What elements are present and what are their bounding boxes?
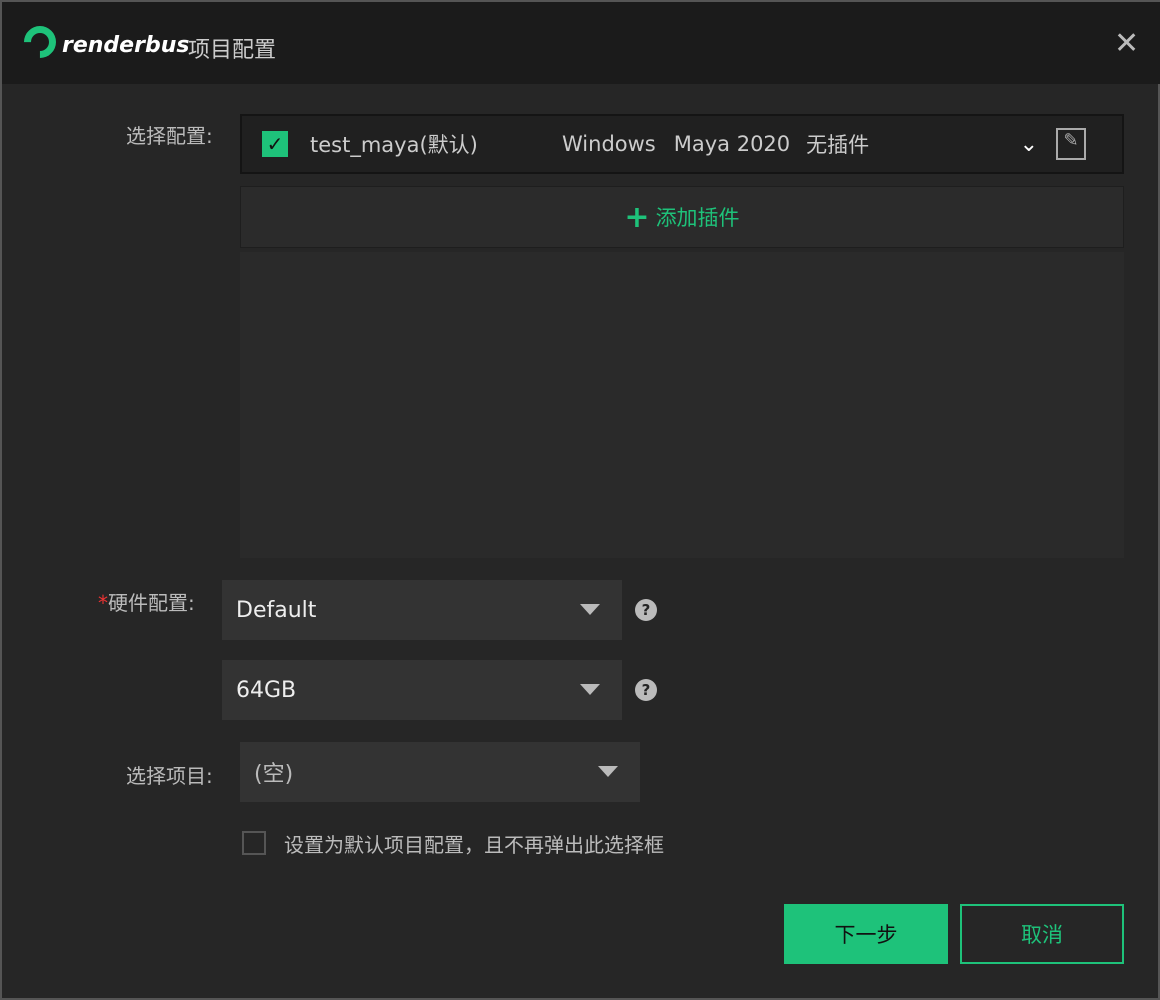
window-title: 项目配置 <box>188 32 276 64</box>
chevron-down-icon[interactable]: ⌄ <box>1020 132 1038 157</box>
config-row[interactable]: ✓ test_maya(默认) Windows Maya 2020 无插件 ⌄ … <box>240 114 1124 174</box>
config-plugins: 无插件 <box>806 129 869 159</box>
help-icon[interactable]: ? <box>635 599 657 621</box>
help-icon[interactable]: ? <box>635 679 657 701</box>
close-icon[interactable]: ✕ <box>1114 26 1139 61</box>
add-plugin-label: 添加插件 <box>656 202 740 232</box>
title-bar: renderbus 项目配置 ✕ <box>2 2 1160 84</box>
hardware-label: *硬件配置: <box>98 587 195 616</box>
plus-icon: + <box>624 200 649 235</box>
renderbus-logo: renderbus <box>24 26 189 58</box>
next-button[interactable]: 下一步 <box>784 904 948 964</box>
config-checkbox[interactable]: ✓ <box>262 131 288 157</box>
config-software: Maya 2020 <box>674 132 790 156</box>
default-config-label: 设置为默认项目配置，且不再弹出此选择框 <box>284 829 664 858</box>
config-os: Windows <box>562 132 656 156</box>
config-name: test_maya(默认) <box>310 129 562 159</box>
cancel-button[interactable]: 取消 <box>960 904 1124 964</box>
add-plugin-button[interactable]: + 添加插件 <box>240 186 1124 248</box>
hardware-preset-select[interactable]: Default <box>222 580 622 640</box>
config-label: 选择配置: <box>126 120 213 149</box>
project-select[interactable]: (空) <box>240 742 640 802</box>
edit-icon[interactable]: ✎ <box>1056 128 1086 160</box>
dropdown-arrow-icon <box>580 604 600 615</box>
dropdown-arrow-icon <box>580 684 600 695</box>
hardware-preset-value: Default <box>236 598 316 623</box>
dropdown-arrow-icon <box>598 766 618 777</box>
logo-ring-icon <box>17 19 62 64</box>
default-config-checkbox[interactable] <box>242 831 266 855</box>
memory-value: 64GB <box>236 678 296 703</box>
project-value: (空) <box>254 756 293 788</box>
memory-select[interactable]: 64GB <box>222 660 622 720</box>
project-label: 选择项目: <box>126 760 213 789</box>
logo-text: renderbus <box>62 33 189 58</box>
plugin-list-panel <box>240 252 1124 558</box>
